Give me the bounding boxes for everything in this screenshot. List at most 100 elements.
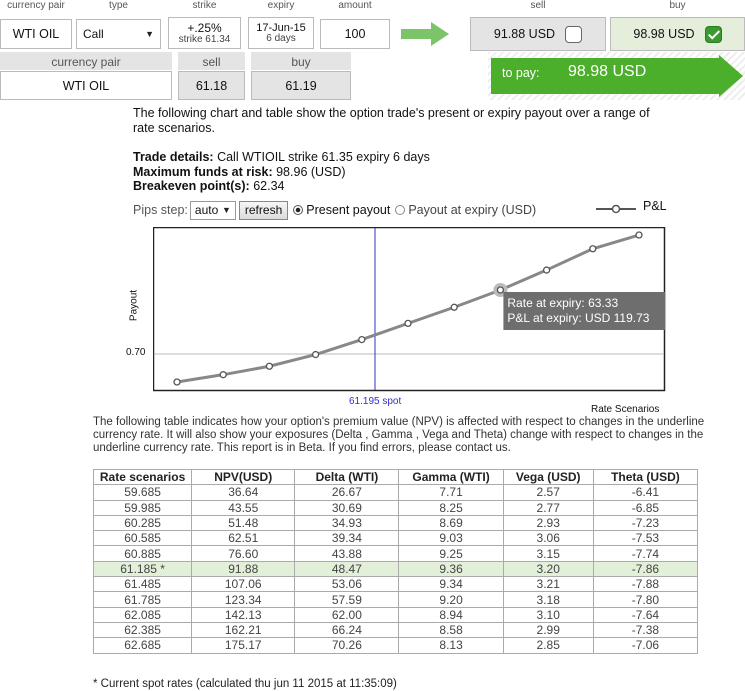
table-cell: 107.06 [191,576,296,593]
data-point[interactable] [404,319,412,328]
column-header: Rate scenarios [92,468,193,486]
table-cell: 62.385 [92,621,193,639]
tooltip-line: Rate at expiry: 63.33 [507,296,618,310]
strike-field[interactable]: +.25% strike 61.34 [168,17,241,49]
scenario-table: Rate scenarios NPV(USD) Delta (WTI) Gamma (… [92,468,699,654]
chart-controls: Pips step: auto ▼ refresh Present payout… [133,200,536,220]
intro-text: The following chart and table show the o… [133,106,650,135]
column-header: Vega (USD) [502,468,594,486]
data-point[interactable] [496,286,505,294]
buy-checkbox[interactable] [704,25,722,43]
table-header-row: Rate scenarios NPV(USD) Delta (WTI) Gamma (… [92,468,699,486]
table-cell: 9.25 [398,545,504,562]
table-cell: 60.285 [92,514,193,532]
sell-price-button[interactable]: 91.88 USD [470,17,606,51]
column-header: NPV(USD) [191,468,296,486]
table-cell: 61.185 * [92,560,193,578]
data-point[interactable] [450,303,458,311]
currency-pair-field[interactable]: WTI OIL [0,19,72,49]
table-cell: 62.685 [92,637,193,654]
data-point[interactable] [589,245,597,253]
table-cell: -7.23 [592,514,699,532]
table-cell: 9.20 [398,591,504,608]
table-cell: 2.57 [502,484,594,501]
table-cell: 3.15 [502,545,594,562]
sell-checkbox[interactable] [565,25,583,43]
buy-price: 98.98 USD [633,27,695,41]
data-point[interactable] [265,362,274,370]
table-cell: 9.03 [398,530,504,547]
table-row: 62.385 162.21 66.24 8.58 2.99 -7.38 [92,621,699,639]
expiry-payout-radio[interactable] [395,205,406,215]
amount-input[interactable]: 100 [320,19,390,49]
pips-step-select[interactable]: auto ▼ [189,200,236,220]
footnote: * Current spot rates (calculated thu jun… [93,678,397,690]
data-point[interactable] [311,350,320,359]
data-point[interactable] [173,378,181,386]
table-cell: 8.25 [398,499,504,516]
table-cell: 76.60 [191,545,296,562]
table-cell: 59.985 [92,499,193,516]
quote-header-currency-pair: currency pair [51,55,121,69]
refresh-button[interactable]: refresh [238,200,289,220]
x-axis-label: Rate Scenarios [591,404,660,415]
table-cell: 8.58 [398,621,504,639]
table-cell: 3.21 [502,576,594,593]
table-row: 59.985 43.55 30.69 8.25 2.77 -6.85 [92,499,699,516]
table-cell: 2.77 [502,499,594,516]
table-row: 60.285 51.48 34.93 8.69 2.93 -7.23 [92,514,699,532]
table-cell: 62.085 [92,606,193,623]
table-cell: 43.88 [294,545,400,562]
breakeven-label: Breakeven point(s): [133,179,250,193]
table-cell: 34.93 [294,514,400,532]
table-cell: 3.18 [502,591,594,608]
table-cell: 9.34 [398,576,504,593]
table-cell: 39.34 [294,530,400,547]
quote-header-buy: buy [291,55,311,69]
table-cell: 60.885 [92,545,193,562]
header-sell: sell [530,0,546,11]
header-currency-pair: currency pair [7,0,65,11]
legend-line-icon [596,204,636,214]
table-row: 59.685 36.64 26.67 7.71 2.57 -6.41 [92,484,699,501]
present-payout-radio[interactable] [293,205,304,215]
header-expiry: expiry [267,0,295,11]
header-type: type [109,0,128,11]
expiry-payout-label: Payout at expiry (USD) [408,203,537,217]
table-cell: 59.685 [92,484,193,501]
data-point[interactable] [635,231,643,239]
sell-price: 91.88 USD [493,27,556,41]
table-cell: 9.36 [398,560,504,578]
tooltip-line: P&L at expiry: USD 119.73 [507,311,649,325]
trade-details: Trade details: Call WTIOIL strike 61.35 … [133,150,673,194]
table-cell: 70.26 [294,637,400,654]
expiry-field[interactable]: 17-Jun-15 6 days [248,17,314,49]
table-cell: 26.67 [294,484,400,501]
table-cell: 123.34 [191,591,296,608]
table-cell: -7.53 [592,530,699,547]
buy-price-button[interactable]: 98.98 USD [610,17,745,51]
table-cell: 7.71 [398,484,504,501]
table-cell: 57.59 [294,591,400,608]
table-row: 61.485 107.06 53.06 9.34 3.21 -7.88 [92,576,699,593]
table-cell: 48.47 [294,560,400,578]
expiry-payout-option[interactable]: Payout at expiry (USD) [395,203,536,217]
table-row: 60.885 76.60 43.88 9.25 3.15 -7.74 [92,545,699,562]
type-select[interactable]: Call ▼ [76,19,161,49]
table-cell: 61.485 [92,576,193,593]
data-point[interactable] [358,335,366,344]
pay-amount: 98.98 USD [568,63,647,80]
data-point[interactable] [219,371,227,379]
chevron-down-icon: ▼ [145,29,154,39]
column-header: Gamma (WTI) [398,468,504,486]
table-cell: -7.86 [592,560,699,578]
header-strike: strike [192,0,217,11]
table-row: 61.785 123.34 57.59 9.20 3.18 -7.80 [92,591,699,608]
table-row: 60.585 62.51 39.34 9.03 3.06 -7.53 [92,530,699,547]
data-point[interactable] [542,266,551,274]
header-buy: buy [669,0,686,11]
trade-details-text: Call WTIOIL strike 61.35 expiry 6 days [217,150,430,164]
present-payout-option[interactable]: Present payout [293,203,390,217]
table-cell: -7.38 [592,621,699,639]
table-cell: 8.69 [398,514,504,532]
